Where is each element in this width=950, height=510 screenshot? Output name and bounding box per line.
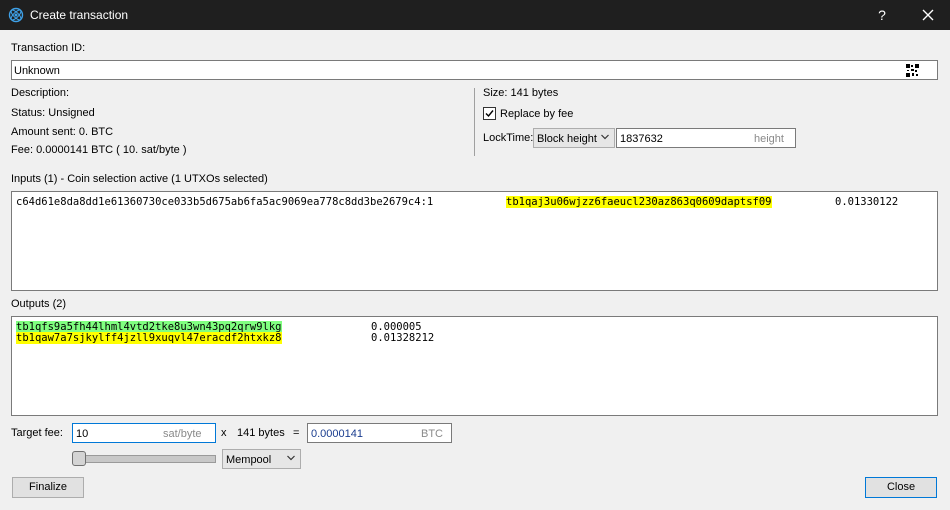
txid-field[interactable]: Unknown <box>11 60 938 80</box>
fee-amount-unit: BTC <box>421 428 443 440</box>
fee-amount-input[interactable]: 0.0000141 BTC <box>307 423 452 443</box>
close-icon <box>922 9 934 21</box>
finalize-button[interactable]: Finalize <box>12 477 84 498</box>
fee-slider-handle[interactable] <box>72 451 86 466</box>
outputs-header: Outputs (2) <box>11 298 67 310</box>
locktime-input[interactable]: 1837632 height <box>616 128 796 148</box>
output-row[interactable]: tb1qaw7a7sjkylff4jzll9xuqvl47eracdf2htxk… <box>12 332 937 344</box>
qr-code-icon[interactable] <box>906 64 919 80</box>
column-divider <box>474 88 475 156</box>
input-address: tb1qaj3u06wjzz6faeucl230az863q0609daptsf… <box>506 196 772 208</box>
txid-label: Transaction ID: <box>11 42 86 54</box>
help-button[interactable]: ? <box>872 5 892 25</box>
feerate-unit: sat/byte <box>163 428 202 440</box>
output-amount: 0.01328212 <box>371 332 435 344</box>
txid-value: Unknown <box>14 65 60 77</box>
status-text: Status: Unsigned <box>11 107 95 119</box>
outputs-list[interactable]: tb1qfs9a5fh44lhml4vtd2tke8u3wn43pq2qrw9l… <box>11 316 938 416</box>
size-text: Size: 141 bytes <box>483 87 559 99</box>
times-sign: x <box>221 427 227 439</box>
feerate-input[interactable]: 10 sat/byte <box>72 423 216 443</box>
input-row[interactable]: c64d61e8da8dd1e61360730ce033b5d675ab6fa5… <box>12 196 937 210</box>
window-title: Create transaction <box>30 8 129 22</box>
target-fee-label: Target fee: <box>11 427 63 439</box>
replace-by-fee-label: Replace by fee <box>500 108 574 120</box>
close-button[interactable]: Close <box>865 477 937 498</box>
title-bar: Create transaction ? <box>0 0 950 30</box>
amount-sent-text: Amount sent: 0. BTC <box>11 126 114 138</box>
fee-text: Fee: 0.0000141 BTC ( 10. sat/byte ) <box>11 144 187 156</box>
checkmark-icon <box>485 110 494 118</box>
chevron-down-icon <box>287 455 295 461</box>
chevron-down-icon <box>601 134 609 140</box>
locktime-type-select[interactable]: Block height <box>533 128 615 148</box>
output-address: tb1qaw7a7sjkylff4jzll9xuqvl47eracdf2htxk… <box>16 332 282 344</box>
locktime-value: 1837632 <box>620 133 663 145</box>
fee-amount-value: 0.0000141 <box>311 428 363 440</box>
locktime-unit: height <box>754 133 784 145</box>
description-label: Description: <box>11 87 70 99</box>
equals-sign: = <box>293 427 300 439</box>
replace-by-fee-checkbox[interactable] <box>483 107 496 120</box>
locktime-type-value: Block height <box>537 133 597 145</box>
feerate-value: 10 <box>76 428 89 440</box>
input-prevout: c64d61e8da8dd1e61360730ce033b5d675ab6fa5… <box>16 196 434 208</box>
tx-size-text: 141 bytes <box>237 427 285 439</box>
inputs-header: Inputs (1) - Coin selection active (1 UT… <box>11 173 268 185</box>
fee-slider-track[interactable] <box>72 455 216 463</box>
fee-mode-value: Mempool <box>226 454 272 466</box>
input-amount: 0.01330122 <box>835 196 899 208</box>
fee-mode-select[interactable]: Mempool <box>222 449 301 469</box>
inputs-list[interactable]: c64d61e8da8dd1e61360730ce033b5d675ab6fa5… <box>11 191 938 291</box>
electrum-app-icon <box>8 7 24 23</box>
locktime-label: LockTime: <box>483 132 534 144</box>
window-close-button[interactable] <box>907 0 950 30</box>
